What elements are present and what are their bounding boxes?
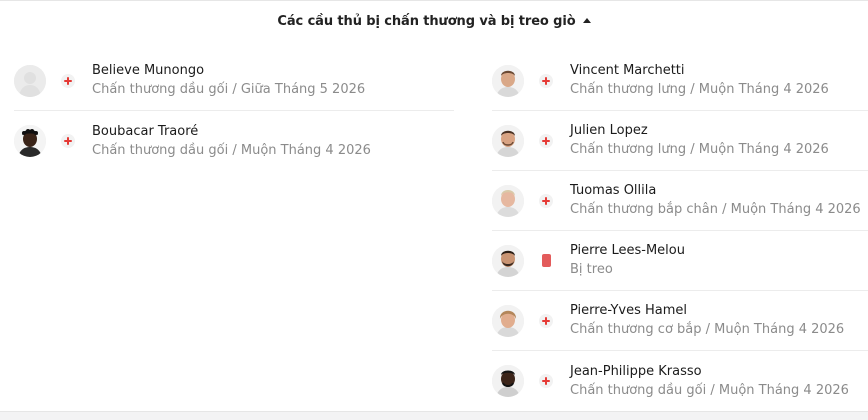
section-header-toggle[interactable]: Các cầu thủ bị chấn thương và bị treo gi… [0, 1, 868, 41]
status-indicator [539, 374, 553, 388]
status-indicator [61, 134, 75, 148]
caret-up-icon[interactable] [582, 17, 591, 23]
player-name[interactable]: Jean-Philippe Krasso [570, 363, 849, 381]
player-status-detail: Chấn thương dầu gối / Giữa Tháng 5 2026 [92, 82, 366, 97]
status-indicator [539, 254, 553, 268]
player-status-detail: Bị treo [570, 262, 613, 277]
player-row[interactable]: Pierre-Yves Hamel Chấn thương cơ bắp / M… [492, 291, 868, 351]
injury-cross-icon [539, 374, 553, 388]
player-name[interactable]: Pierre-Yves Hamel [570, 302, 844, 320]
player-avatar [492, 124, 524, 157]
player-status-detail: Chấn thương lưng / Muộn Tháng 4 2026 [570, 142, 829, 157]
player-avatar-placeholder [14, 64, 46, 97]
injury-cross-icon [539, 193, 553, 208]
player-status-detail: Chấn thương cơ bắp / Muộn Tháng 4 2026 [570, 322, 845, 337]
player-row[interactable]: Believe Munongo Chấn thương dầu gối / Gi… [14, 51, 454, 111]
injury-cross-icon [539, 133, 553, 148]
status-indicator [539, 133, 553, 148]
right-player-list: Vincent Marchetti Chấn thương lưng / Muộ… [492, 51, 868, 411]
status-indicator [539, 73, 553, 88]
player-status-detail: Chấn thương dầu gối / Muộn Tháng 4 2026 [92, 142, 371, 158]
status-indicator [539, 193, 553, 208]
injury-cross-icon [539, 313, 553, 328]
player-name[interactable]: Boubacar Traoré [92, 123, 371, 141]
player-status-detail: Chấn thương dầu gối / Muộn Tháng 4 2026 [570, 382, 849, 398]
player-avatar [492, 244, 524, 277]
player-avatar [492, 304, 524, 337]
red-card-icon [541, 254, 551, 267]
player-status-detail: Chấn thương lưng / Muộn Tháng 4 2026 [570, 82, 829, 97]
player-row[interactable]: Julien Lopez Chấn thương lưng / Muộn Thá… [492, 111, 868, 171]
status-indicator [61, 73, 75, 88]
player-row[interactable]: Boubacar Traoré Chấn thương dầu gối / Mu… [14, 111, 454, 171]
injury-cross-icon [61, 73, 75, 88]
section-title: Các cầu thủ bị chấn thương và bị treo gi… [277, 13, 576, 29]
player-row[interactable]: Vincent Marchetti Chấn thương lưng / Muộ… [492, 51, 868, 111]
player-name[interactable]: Pierre Lees-Melou [570, 242, 685, 260]
player-status-detail: Chấn thương bắp chân / Muộn Tháng 4 2026 [570, 202, 861, 217]
injury-cross-icon [61, 134, 75, 148]
status-indicator [539, 313, 553, 328]
player-name[interactable]: Believe Munongo [92, 62, 365, 80]
player-row[interactable]: Jean-Philippe Krasso Chấn thương dầu gối… [492, 351, 868, 411]
player-avatar [14, 125, 46, 157]
player-row[interactable]: Tuomas Ollila Chấn thương bắp chân / Muộ… [492, 171, 868, 231]
player-name[interactable]: Julien Lopez [570, 122, 829, 140]
player-avatar [492, 184, 524, 217]
injury-cross-icon [539, 73, 553, 88]
player-row[interactable]: Pierre Lees-Melou Bị treo [492, 231, 868, 291]
player-avatar [492, 64, 524, 97]
player-name[interactable]: Vincent Marchetti [570, 62, 829, 80]
player-avatar [492, 365, 524, 397]
left-player-list: Believe Munongo Chấn thương dầu gối / Gi… [14, 51, 454, 171]
player-name[interactable]: Tuomas Ollila [570, 182, 861, 200]
injuries-suspensions-panel: Các cầu thủ bị chấn thương và bị treo gi… [0, 0, 868, 412]
